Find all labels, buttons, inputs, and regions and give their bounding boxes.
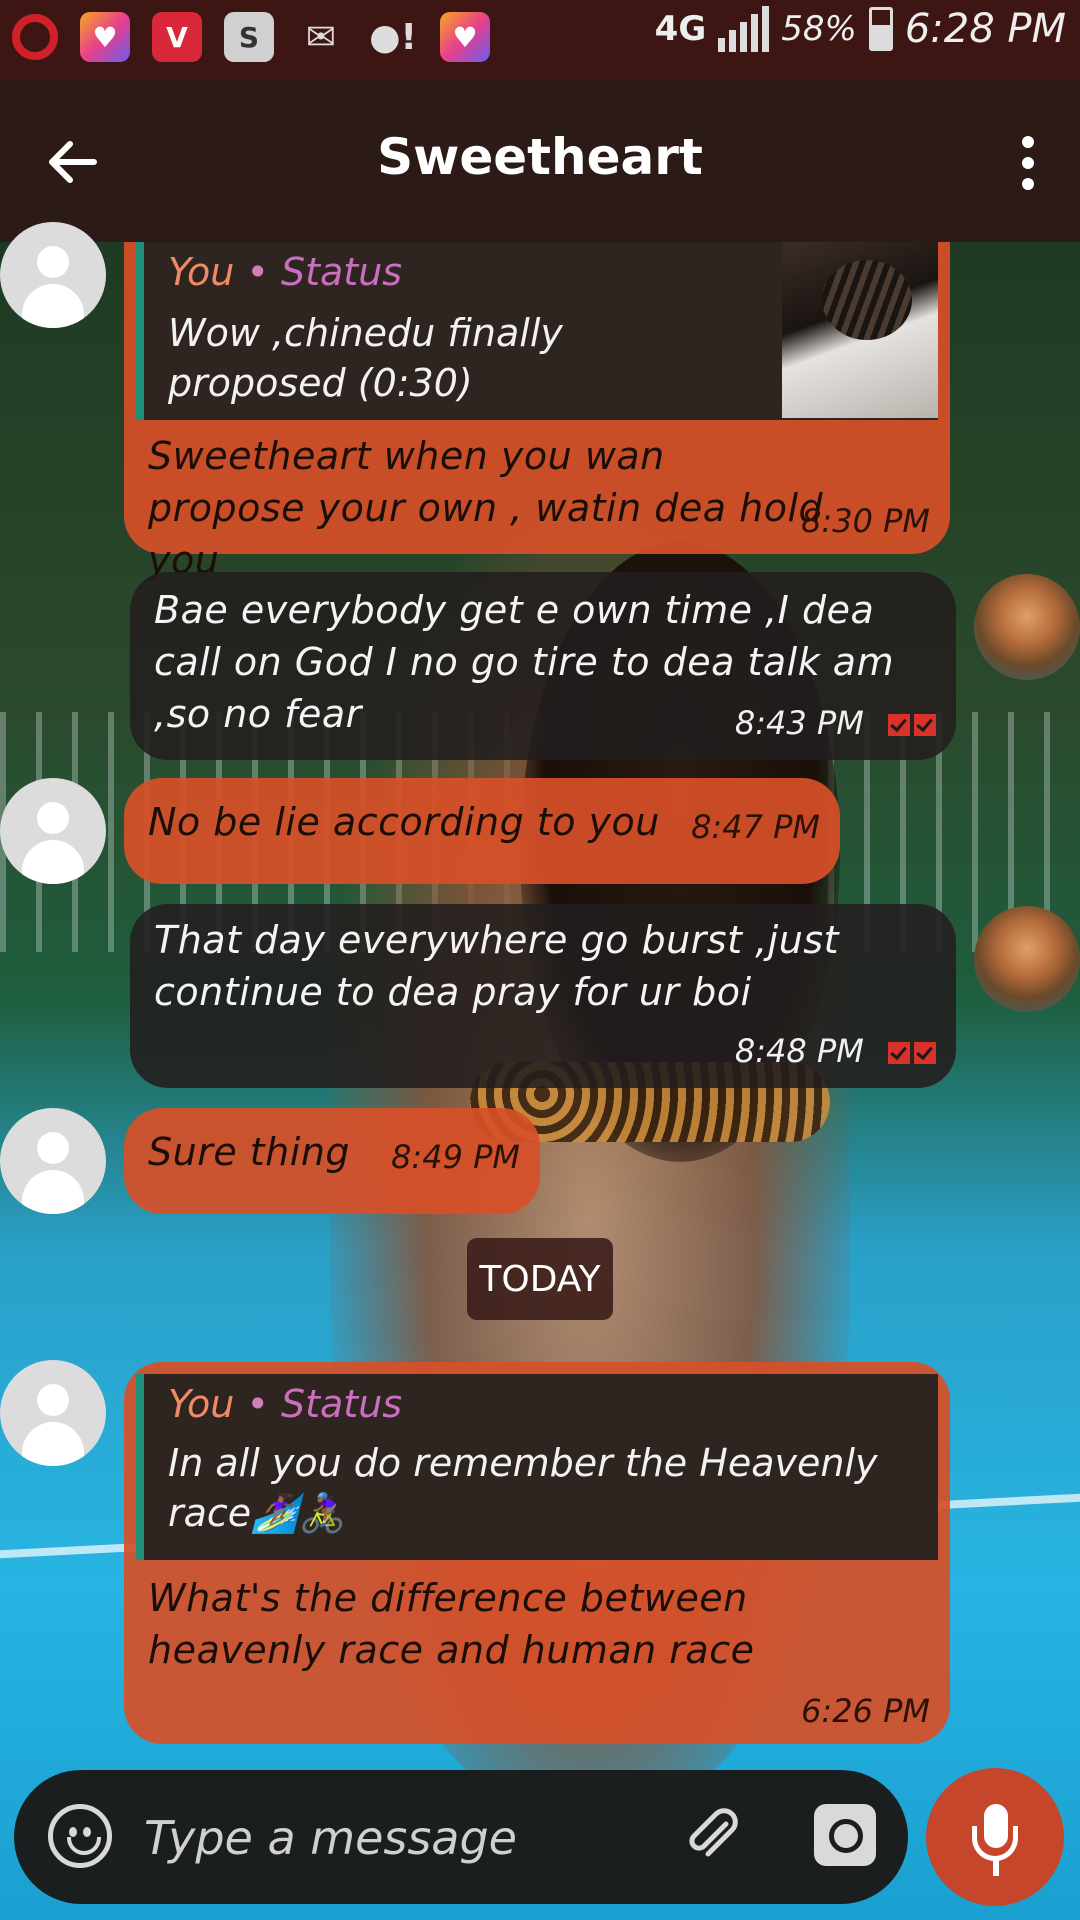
message-time: 8:49 PM	[391, 1138, 520, 1176]
attach-button[interactable]	[680, 1804, 744, 1868]
quoted-status[interactable]: You • Status Wow ,chinedu finally propos…	[136, 242, 938, 420]
message-time: 8:30 PM	[801, 502, 930, 540]
contact-avatar[interactable]	[0, 778, 106, 884]
message-time: 8:47 PM	[691, 808, 820, 846]
message-text: That day everywhere go burst ,just conti…	[154, 918, 839, 1014]
message-meta: 8:48 PM	[735, 1032, 936, 1072]
voice-record-button[interactable]	[926, 1768, 1064, 1906]
quote-source: Status	[280, 250, 403, 294]
opera-mini-icon	[12, 14, 58, 60]
battery-percent: 58%	[781, 9, 857, 49]
quote-separator: •	[246, 250, 269, 294]
battery-icon	[868, 7, 893, 51]
emoji-icon[interactable]	[48, 1804, 112, 1868]
date-divider: TODAY	[467, 1238, 613, 1320]
message-composer	[14, 1770, 908, 1904]
message-text: No be lie according to you	[148, 800, 660, 844]
message-time: 8:43 PM	[734, 704, 864, 742]
status-bar: ♥ V S ✉ ●! ♥ 4G 58% 6:28 PM	[0, 0, 1080, 80]
camera-icon[interactable]	[814, 1804, 876, 1866]
status-indicators: 4G 58% 6:28 PM	[655, 6, 1066, 52]
message-bubble-outgoing[interactable]: That day everywhere go burst ,just conti…	[130, 904, 956, 1088]
read-receipt-icon	[884, 1034, 936, 1072]
read-receipt-icon	[884, 706, 936, 744]
paperclip-icon	[689, 1808, 738, 1857]
message-bubble-incoming[interactable]: Sure thing 8:49 PM	[124, 1108, 540, 1214]
quote-header: You • Status	[168, 250, 402, 294]
contact-name[interactable]: Sweetheart	[0, 128, 1080, 186]
overflow-menu-button[interactable]	[1018, 136, 1038, 190]
message-bubble-outgoing[interactable]: Bae everybody get e own time ,I dea call…	[130, 572, 956, 760]
my-avatar[interactable]	[974, 574, 1080, 680]
likee-icon: ♥	[440, 12, 490, 62]
quote-text: Wow ,chinedu finally proposed (0:30)	[168, 311, 563, 405]
message-text: Sure thing	[148, 1130, 351, 1174]
contact-avatar[interactable]	[0, 1360, 106, 1466]
message-input[interactable]	[142, 1794, 666, 1882]
message-time: 6:26 PM	[801, 1692, 930, 1730]
alert-icon: ●!	[369, 16, 417, 58]
message-meta: 8:43 PM	[735, 704, 936, 744]
chat-header: Sweetheart	[0, 80, 1080, 242]
mail-icon: ✉	[305, 16, 337, 58]
v-app-icon: V	[152, 12, 202, 62]
message-bubble-incoming[interactable]: You • Status In all you do remember the …	[124, 1362, 950, 1744]
more-vertical-icon	[1022, 136, 1034, 148]
clock: 6:28 PM	[904, 6, 1066, 52]
quote-author: You	[168, 250, 235, 294]
quote-header: You • Status	[168, 1382, 402, 1426]
quote-source: Status	[280, 1382, 403, 1426]
status-thumbnail	[782, 242, 938, 418]
quote-separator: •	[246, 1382, 269, 1426]
quote-text: In all you do remember the Heavenly race…	[168, 1441, 878, 1535]
contact-avatar[interactable]	[0, 1108, 106, 1214]
message-bubble-incoming[interactable]: No be lie according to you 8:47 PM	[124, 778, 840, 884]
network-type: 4G	[654, 9, 707, 49]
my-avatar[interactable]	[974, 906, 1080, 1012]
quoted-status[interactable]: You • Status In all you do remember the …	[136, 1374, 938, 1560]
s-app-icon: S	[224, 12, 274, 62]
message-text: What's the difference between heavenly r…	[148, 1576, 755, 1672]
contact-avatar[interactable]	[0, 222, 106, 328]
likee-icon: ♥	[80, 12, 130, 62]
notification-icons: ♥ V S ✉ ●! ♥	[12, 12, 490, 62]
quote-author: You	[168, 1382, 235, 1426]
message-time: 8:48 PM	[734, 1032, 864, 1070]
message-bubble-incoming[interactable]: You • Status Wow ,chinedu finally propos…	[124, 242, 950, 582]
signal-icon	[718, 6, 770, 52]
message-text: Sweetheart when you wan propose your own…	[148, 434, 824, 582]
